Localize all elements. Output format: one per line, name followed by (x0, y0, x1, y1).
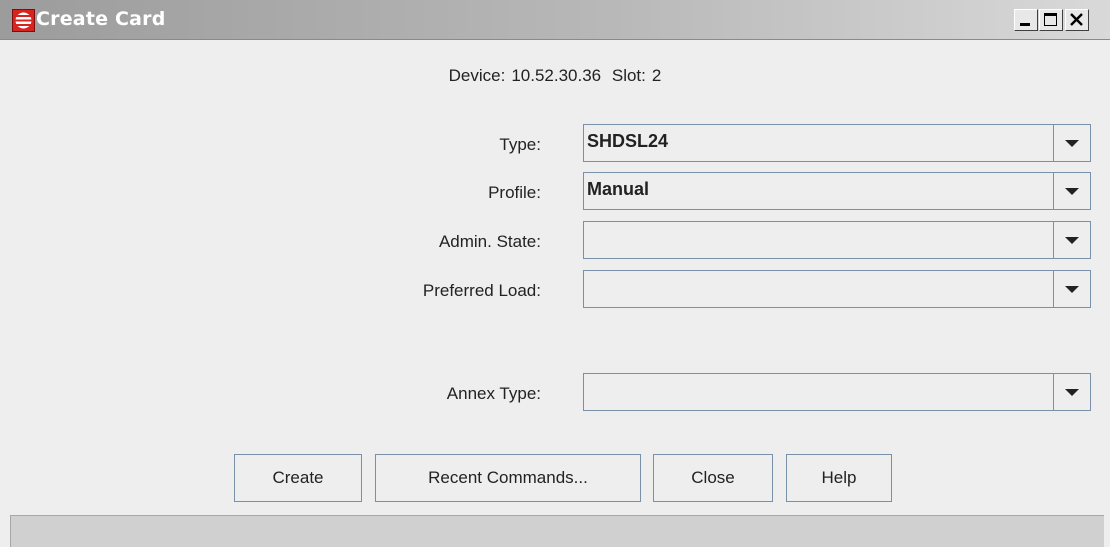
device-value: 10.52.30.36 (511, 66, 602, 85)
type-label: Type: (499, 135, 541, 154)
slot-label: Slot: (611, 66, 646, 85)
type-value: SHDSL24 (587, 131, 669, 151)
window-title: Create Card (36, 8, 166, 30)
admin-state-label: Admin. State: (438, 232, 541, 251)
profile-dropdown[interactable]: Manual (583, 172, 1091, 210)
chevron-down-icon[interactable] (1054, 173, 1090, 209)
chevron-down-icon[interactable] (1054, 222, 1090, 258)
minimize-button[interactable] (1014, 9, 1038, 31)
slot-value: 2 (651, 66, 662, 85)
type-dropdown[interactable]: SHDSL24 (583, 124, 1091, 162)
maximize-icon (1044, 13, 1057, 26)
close-button[interactable]: Close (653, 454, 773, 502)
annex-type-dropdown[interactable] (583, 373, 1091, 411)
device-label: Device: (448, 66, 506, 85)
chevron-down-icon[interactable] (1054, 374, 1090, 410)
status-bar (10, 515, 1104, 547)
annex-type-label: Annex Type: (446, 384, 541, 403)
minimize-icon (1020, 23, 1030, 26)
app-logo-icon[interactable] (12, 9, 35, 32)
create-card-window: Create Card Device: 10.52.30.36 Slot: 2 Ty… (0, 0, 1110, 547)
chevron-down-icon[interactable] (1054, 271, 1090, 307)
close-window-button[interactable] (1065, 9, 1089, 31)
create-button[interactable]: Create (234, 454, 362, 502)
chevron-down-icon[interactable] (1054, 125, 1090, 161)
preferred-load-dropdown[interactable] (583, 270, 1091, 308)
profile-value: Manual (587, 179, 650, 199)
close-icon (1070, 13, 1083, 26)
maximize-button[interactable] (1039, 9, 1063, 31)
recent-commands-button[interactable]: Recent Commands... (375, 454, 641, 502)
profile-label: Profile: (488, 183, 541, 202)
preferred-load-label: Preferred Load: (422, 281, 541, 300)
device-slot-info: Device: 10.52.30.36 Slot: 2 (0, 66, 1110, 86)
title-bar[interactable]: Create Card (0, 0, 1110, 40)
admin-state-dropdown[interactable] (583, 221, 1091, 259)
help-button[interactable]: Help (786, 454, 892, 502)
